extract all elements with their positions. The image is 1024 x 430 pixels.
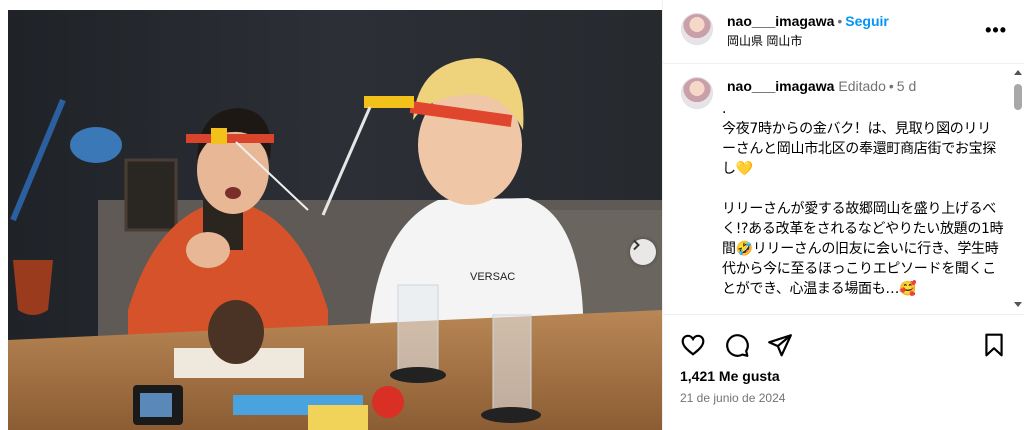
scroll-down-arrow[interactable]	[1014, 302, 1022, 307]
caption-section: nao___imagawa Editado • 5 d . 今夜7時からの金バク！は、…	[663, 64, 1024, 314]
post-header: nao___imagawa • Seguir 岡山県 岡山市 •••	[663, 0, 1024, 64]
heart-icon[interactable]	[680, 332, 706, 358]
header-username[interactable]: nao___imagawa	[727, 13, 834, 29]
follow-button[interactable]: Seguir	[845, 13, 889, 29]
more-options-icon[interactable]: •••	[985, 20, 1007, 41]
avatar[interactable]	[681, 13, 713, 45]
caption-username[interactable]: nao___imagawa	[727, 78, 834, 94]
likes-count[interactable]: 1,421 Me gusta	[680, 368, 780, 384]
share-icon[interactable]	[767, 332, 793, 358]
separator-dot: •	[888, 78, 894, 94]
bookmark-icon[interactable]	[981, 332, 1007, 358]
post-side-panel: nao___imagawa • Seguir 岡山県 岡山市 ••• nao___i…	[662, 0, 1024, 430]
header-user-line: nao___imagawa • Seguir	[727, 13, 889, 29]
caption-scrollbar[interactable]	[1011, 64, 1023, 314]
post-date[interactable]: 21 de junio de 2024	[680, 391, 785, 405]
location-link[interactable]: 岡山県 岡山市	[727, 32, 802, 49]
caption-header: nao___imagawa Editado • 5 d	[727, 78, 916, 94]
edited-label: Editado	[838, 78, 886, 94]
caption-text: . 今夜7時からの金バク！は、見取り図のリリーさんと岡山市北区の奉還町商店街でお…	[722, 101, 1004, 297]
next-slide-button[interactable]	[630, 239, 656, 265]
separator-dot: •	[837, 13, 843, 29]
post-photo: VERSAC	[8, 10, 662, 430]
chevron-right-icon	[633, 239, 640, 251]
scroll-thumb[interactable]	[1014, 84, 1022, 110]
scroll-up-arrow[interactable]	[1014, 70, 1022, 75]
comment-icon[interactable]	[724, 332, 750, 358]
time-ago[interactable]: 5 d	[897, 78, 916, 94]
shirt-logo-text: VERSAC	[470, 271, 515, 283]
actions-section: 1,421 Me gusta 21 de junio de 2024	[663, 314, 1024, 430]
caption-avatar[interactable]	[681, 77, 713, 109]
post-media[interactable]: VERSAC	[8, 10, 662, 430]
